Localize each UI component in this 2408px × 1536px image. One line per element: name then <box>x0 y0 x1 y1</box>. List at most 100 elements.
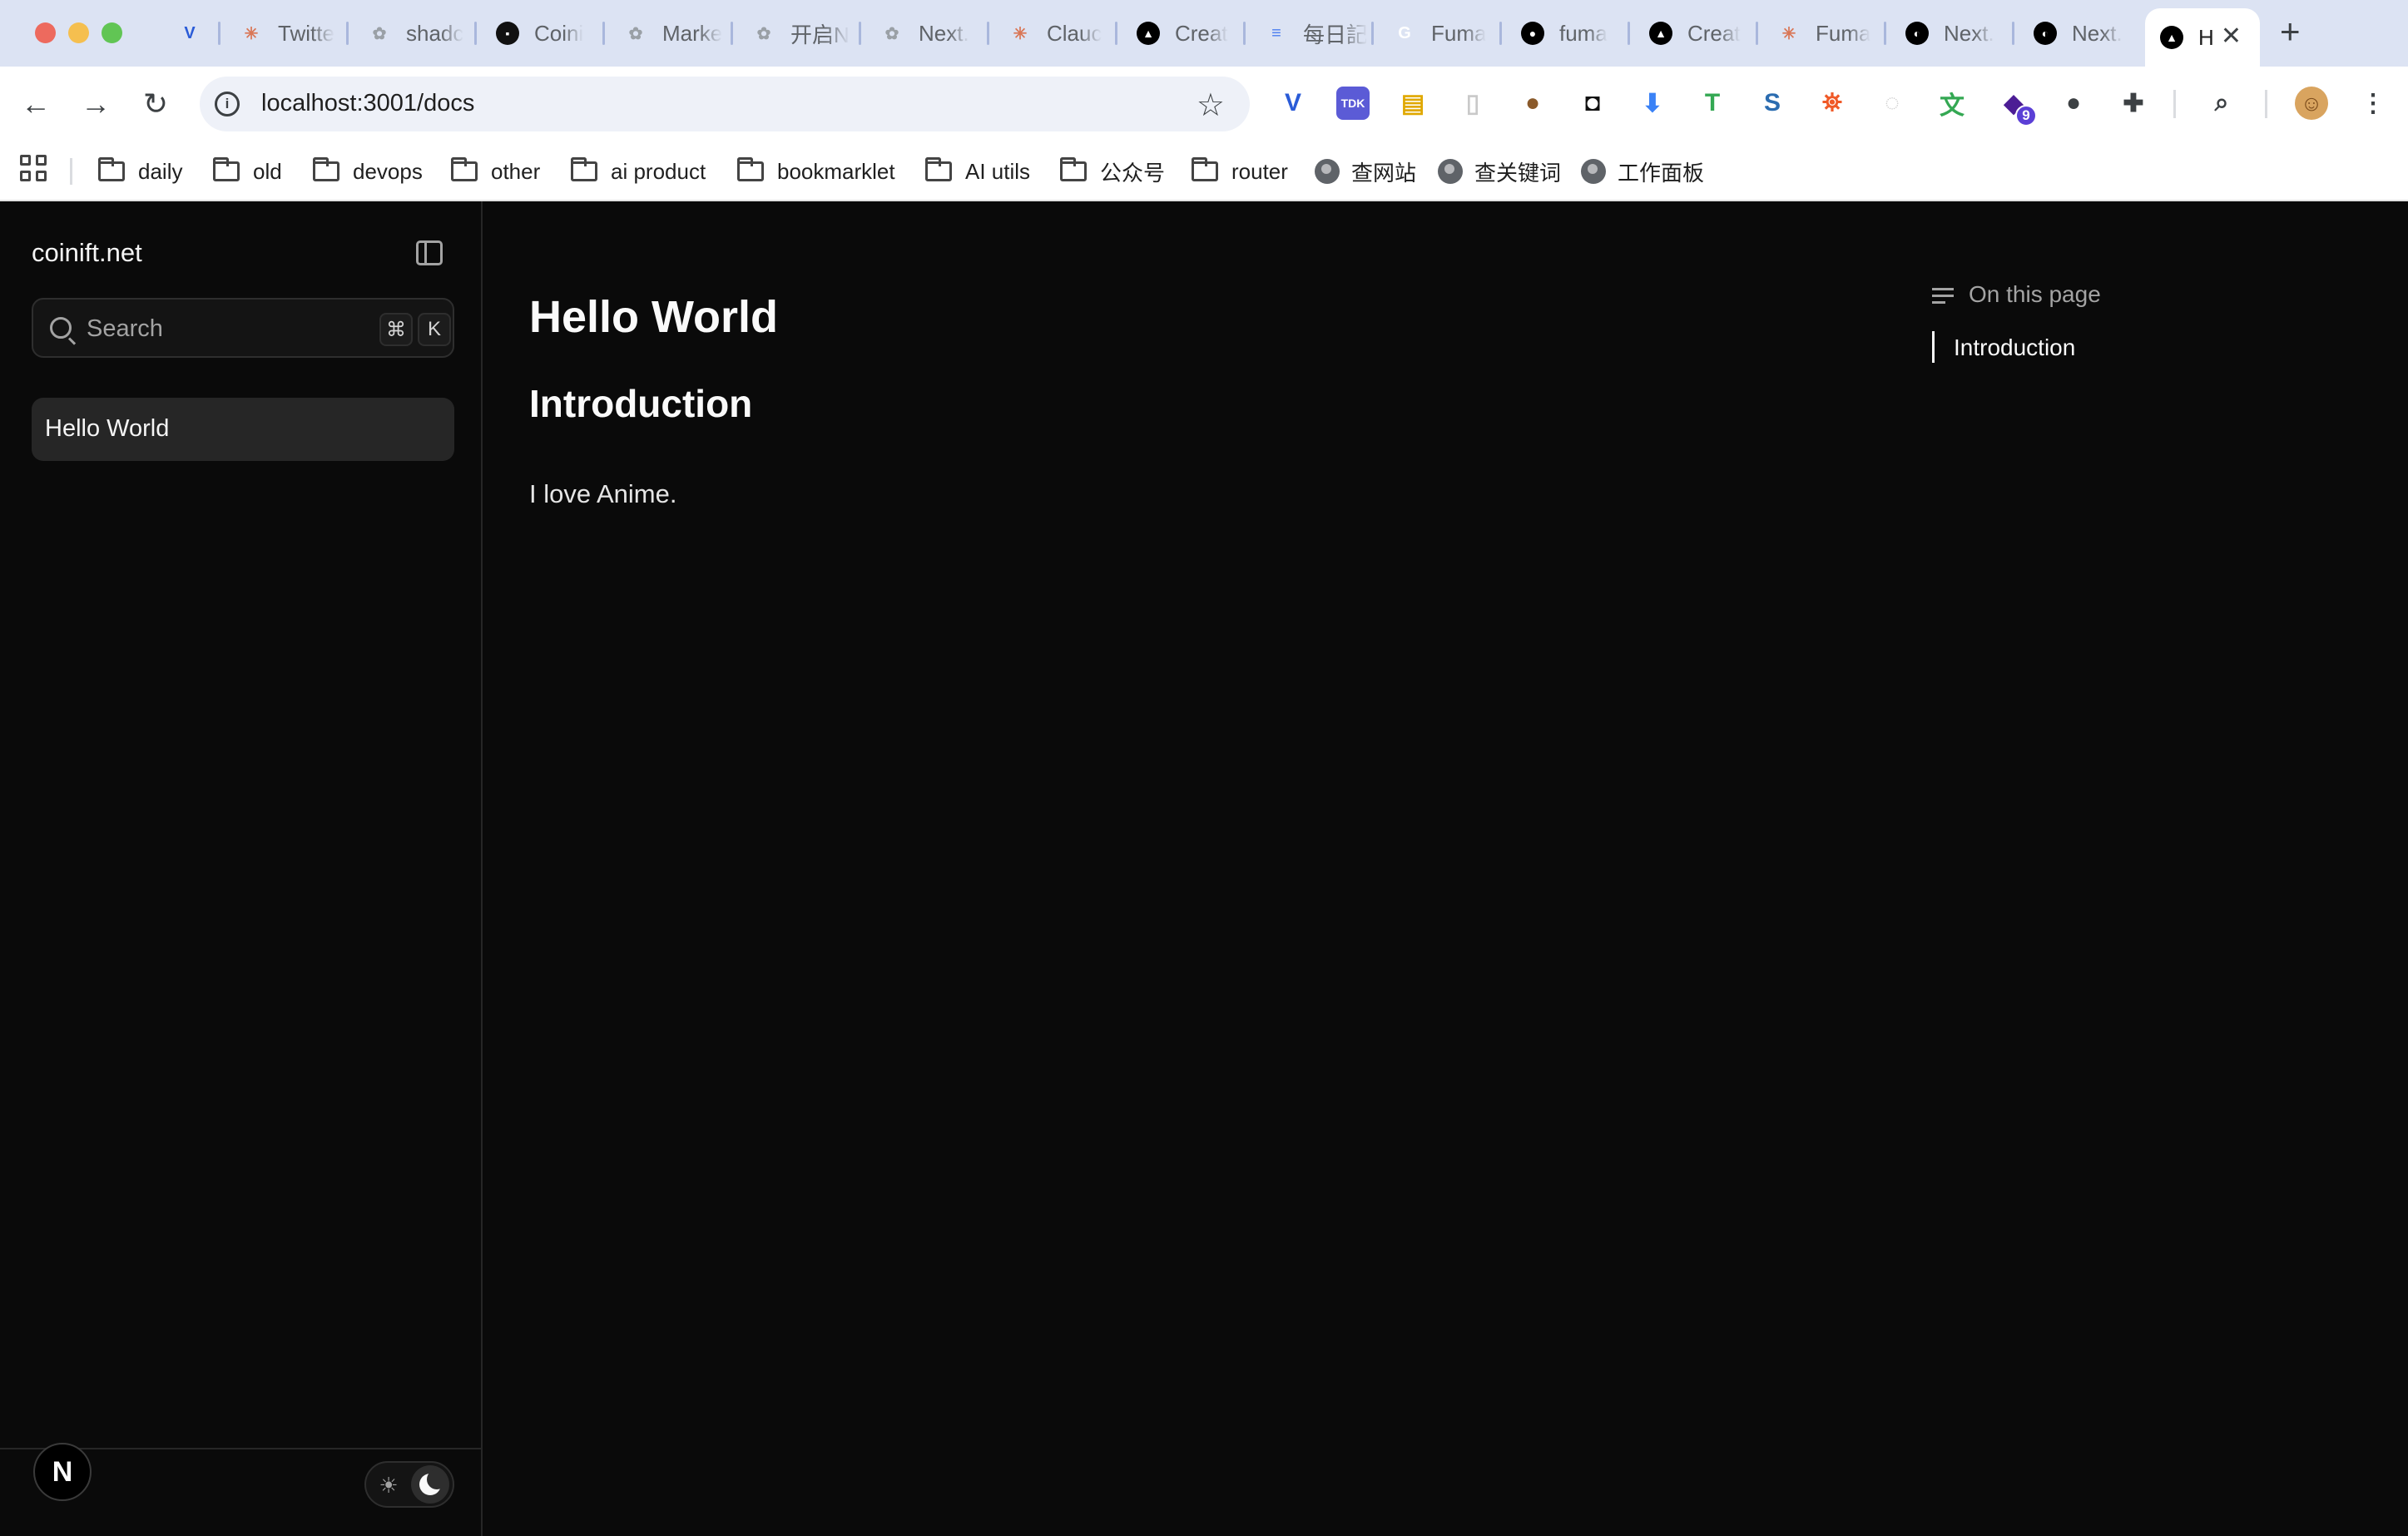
tab-search-icon[interactable]: ⌕ <box>2205 87 2238 120</box>
asterisk-icon: ✳ <box>244 24 259 43</box>
graduation-cap-icon[interactable]: ◆ 9 <box>1997 87 2037 126</box>
chart-folder-icon[interactable]: ▤ <box>1396 87 1429 120</box>
nextjs-logo-icon[interactable]: N <box>33 1443 92 1501</box>
window-close-button[interactable] <box>35 22 56 43</box>
browser-tab[interactable]: ✳ Twitte <box>225 12 341 55</box>
vercel-v-icon: V <box>184 23 196 42</box>
reload-icon[interactable]: ↻ <box>136 85 175 123</box>
tab-title: Next. <box>919 20 969 46</box>
bookmark-link[interactable]: 查网站 <box>1315 153 1416 190</box>
tab-title: fuma <box>1559 20 1608 46</box>
site-title[interactable]: coinift.net <box>32 238 142 268</box>
kebab-menu-icon[interactable]: ⋮ <box>2356 87 2390 120</box>
bookmark-folder[interactable]: AI utils <box>925 153 1030 190</box>
tdk-icon[interactable]: TDK <box>1336 87 1370 120</box>
tab-separator <box>2012 22 2014 45</box>
sun-icon[interactable]: ☀ <box>378 1474 399 1496</box>
bookmark-folder[interactable]: 公众号 <box>1060 153 1165 190</box>
browser-tab[interactable]: ≡ 每日記 <box>1250 12 1366 55</box>
browser-tab[interactable]: ✿ Next. <box>865 12 982 55</box>
document-icon[interactable]: ▯ <box>1456 87 1489 120</box>
tab-separator <box>1628 22 1630 45</box>
asterisk-icon: ✳ <box>1013 24 1028 43</box>
site-info-icon[interactable]: i <box>215 92 240 116</box>
folder-icon <box>313 157 339 181</box>
browser-tab[interactable]: ✿ 开启N <box>737 12 854 55</box>
puzzle-icon[interactable]: ✚ <box>2117 87 2150 120</box>
bookmark-label: 查网站 <box>1351 160 1417 186</box>
bookmark-star-icon[interactable]: ☆ <box>1197 87 1225 124</box>
theme-toggle[interactable]: ☀ <box>364 1461 454 1508</box>
browser-tab[interactable]: ✿ shadc <box>353 12 469 55</box>
profile-avatar-icon[interactable]: ☺ <box>2295 87 2328 120</box>
tab-separator <box>218 22 220 45</box>
s-logo-icon[interactable]: S <box>1756 87 1789 120</box>
tab-separator <box>1884 22 1886 45</box>
browser-tab[interactable]: G Fuma <box>1378 12 1494 55</box>
tab-separator <box>987 22 989 45</box>
moon-button[interactable] <box>411 1465 449 1504</box>
docs-page: coinift.net Search ⌘ K Hello World N ☀ H… <box>0 201 2408 1536</box>
bookmark-folder[interactable]: other <box>451 153 540 190</box>
openai-icon: ✿ <box>372 24 387 43</box>
text-align-left-icon <box>1932 288 1954 306</box>
window-maximize-button[interactable] <box>102 22 122 43</box>
page-title: Hello World <box>529 292 779 342</box>
translate-icon[interactable]: 文 <box>1935 87 1969 120</box>
color-t-icon[interactable]: T <box>1696 87 1729 120</box>
vercel-v-icon[interactable]: V <box>1276 87 1310 120</box>
tab-title: Creat <box>1687 20 1741 46</box>
browser-tab[interactable]: ▲ Creat <box>1122 12 1238 55</box>
search-placeholder: Search <box>87 315 163 342</box>
github-icon: ● <box>1521 22 1544 45</box>
browser-tab[interactable]: ▪ Coini <box>481 12 597 55</box>
tab-title: Twitte <box>278 20 334 46</box>
browser-tab-active[interactable]: ▲ H ✕ <box>2145 8 2260 67</box>
file-download-icon[interactable]: ⬇ <box>1636 87 1669 120</box>
bookmark-link[interactable]: 工作面板 <box>1581 153 1704 190</box>
sidebar-collapse-icon[interactable] <box>416 240 443 265</box>
lighthouse-icon[interactable]: ⛯ <box>1816 87 1849 120</box>
bookmark-label: 工作面板 <box>1618 160 1705 186</box>
back-arrow-icon[interactable]: ← <box>17 85 55 123</box>
bookmark-folder[interactable]: devops <box>313 153 423 190</box>
folder-icon <box>925 157 952 181</box>
bookmark-folder[interactable]: daily <box>98 153 182 190</box>
search-button[interactable]: Search ⌘ K <box>32 298 454 358</box>
bookmark-folder[interactable]: ai product <box>571 153 706 190</box>
sidebar-item-hello-world[interactable]: Hello World <box>32 398 454 461</box>
glasses-icon[interactable]: ◘ <box>1576 87 1609 120</box>
tab-title: Next. <box>1944 20 1994 46</box>
toc-link-introduction[interactable]: Introduction <box>1954 334 2075 361</box>
globe-icon <box>1315 159 1340 184</box>
browser-tab[interactable]: ◐ Next. <box>2019 12 2135 55</box>
browser-tab[interactable]: ✳ Fuma <box>1762 12 1879 55</box>
browser-tab[interactable]: ◐ Next. <box>1890 12 2007 55</box>
openai-icon: ✿ <box>884 24 899 43</box>
url-text[interactable]: localhost:3001/docs <box>261 90 474 117</box>
browser-tab[interactable]: V <box>163 12 210 55</box>
tab-separator <box>346 22 349 45</box>
browser-tab[interactable]: ✳ Clauc <box>993 12 1110 55</box>
section-heading-introduction: Introduction <box>529 382 753 425</box>
browser-tab[interactable]: ▲ Creat <box>1634 12 1751 55</box>
nextjs-icon: ◐ <box>1905 22 1929 45</box>
cookie-icon[interactable]: ● <box>1516 87 1549 120</box>
tab-title: Marke <box>662 20 723 46</box>
bubble-icon[interactable]: ◌ <box>1875 87 1909 120</box>
bookmark-link[interactable]: 查关键词 <box>1438 153 1561 190</box>
apps-grid-icon[interactable] <box>20 155 47 181</box>
bookmark-folder[interactable]: bookmarklet <box>737 153 895 190</box>
browser-tab[interactable]: ● fuma <box>1506 12 1623 55</box>
tab-separator <box>1243 22 1246 45</box>
new-tab-button[interactable]: + <box>2280 13 2301 50</box>
circle-dark-icon[interactable]: ● <box>2057 87 2090 120</box>
browser-tab[interactable]: ✿ Marke <box>609 12 726 55</box>
tab-close-icon[interactable]: ✕ <box>2221 24 2242 49</box>
bookmark-folder[interactable]: old <box>213 153 282 190</box>
forward-arrow-icon[interactable]: → <box>77 85 115 123</box>
moon-icon <box>419 1469 447 1495</box>
address-bar[interactable]: i localhost:3001/docs ☆ <box>200 77 1250 131</box>
window-minimize-button[interactable] <box>68 22 89 43</box>
bookmark-folder[interactable]: router <box>1192 153 1288 190</box>
